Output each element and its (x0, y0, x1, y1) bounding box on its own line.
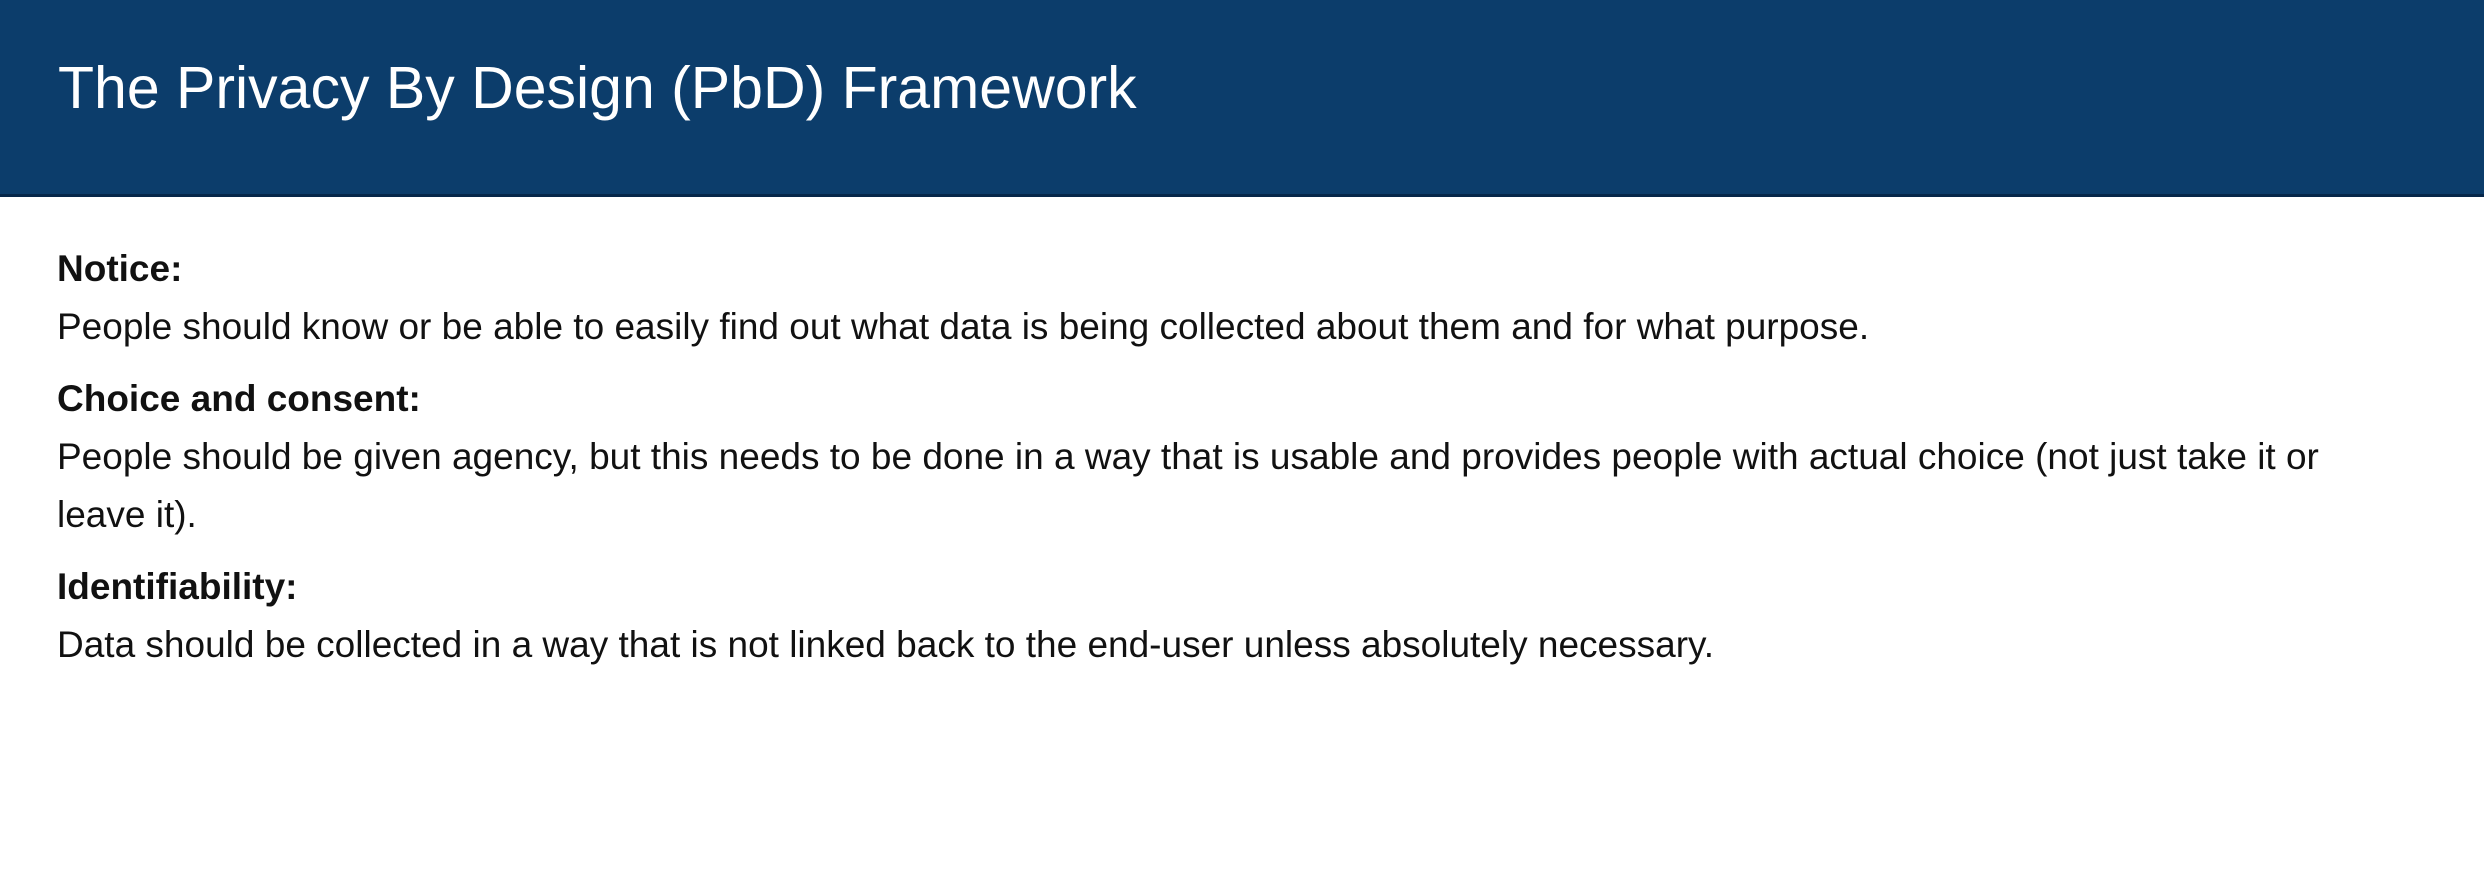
section-heading-choice-and-consent: Choice and consent: (57, 378, 421, 419)
section-text-choice-and-consent: People should be given agency, but this … (57, 436, 2319, 535)
title-banner: The Privacy By Design (PbD) Framework (0, 0, 2484, 197)
section-heading-notice: Notice: (57, 248, 183, 289)
slide-content: Notice: People should know or be able to… (57, 240, 2397, 674)
section-text-notice: People should know or be able to easily … (57, 306, 1870, 347)
section-text-identifiability: Data should be collected in a way that i… (57, 624, 1715, 665)
section-heading-identifiability: Identifiability: (57, 566, 298, 607)
slide-title: The Privacy By Design (PbD) Framework (58, 55, 1137, 121)
section-identifiability: Identifiability: Data should be collecte… (57, 558, 2397, 674)
section-choice-and-consent: Choice and consent: People should be giv… (57, 370, 2397, 544)
section-notice: Notice: People should know or be able to… (57, 240, 2397, 356)
